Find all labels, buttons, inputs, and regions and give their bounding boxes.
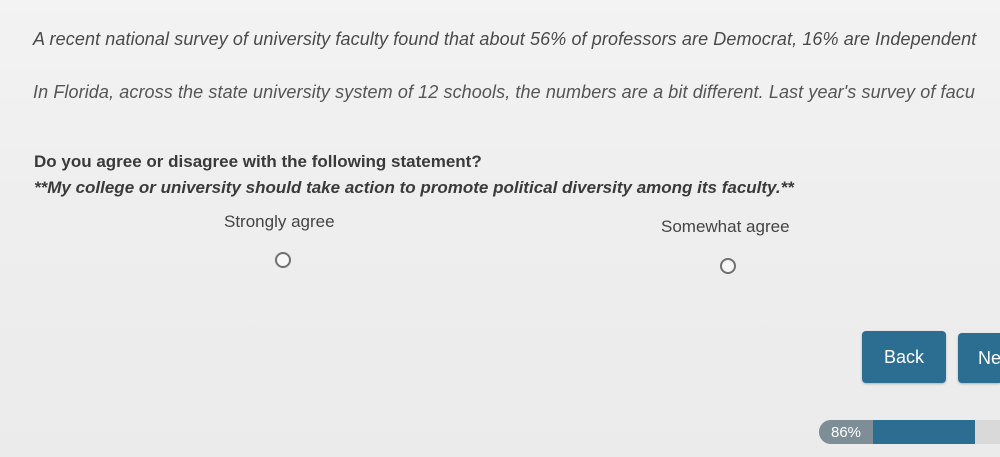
option-label-somewhat-agree: Somewhat agree [661, 217, 790, 236]
option-label-strongly-agree: Strongly agree [224, 212, 335, 231]
question-statement: **My college or university should take a… [34, 178, 794, 197]
next-button-label: Ne [978, 347, 1000, 368]
radio-somewhat-agree[interactable] [720, 258, 736, 274]
back-button[interactable]: Back [862, 331, 946, 383]
progress-label: 86% [830, 423, 862, 441]
intro-text-line-1: A recent national survey of university f… [33, 29, 977, 49]
survey-page: A recent national survey of university f… [0, 0, 1000, 457]
intro-text-line-2: In Florida, across the state university … [33, 82, 975, 102]
question-prompt: Do you agree or disagree with the follow… [34, 152, 482, 171]
next-button[interactable]: Ne [958, 333, 1000, 383]
back-button-label: Back [883, 346, 925, 367]
progress-badge: 86% [819, 420, 873, 444]
radio-strongly-agree[interactable] [275, 252, 291, 268]
